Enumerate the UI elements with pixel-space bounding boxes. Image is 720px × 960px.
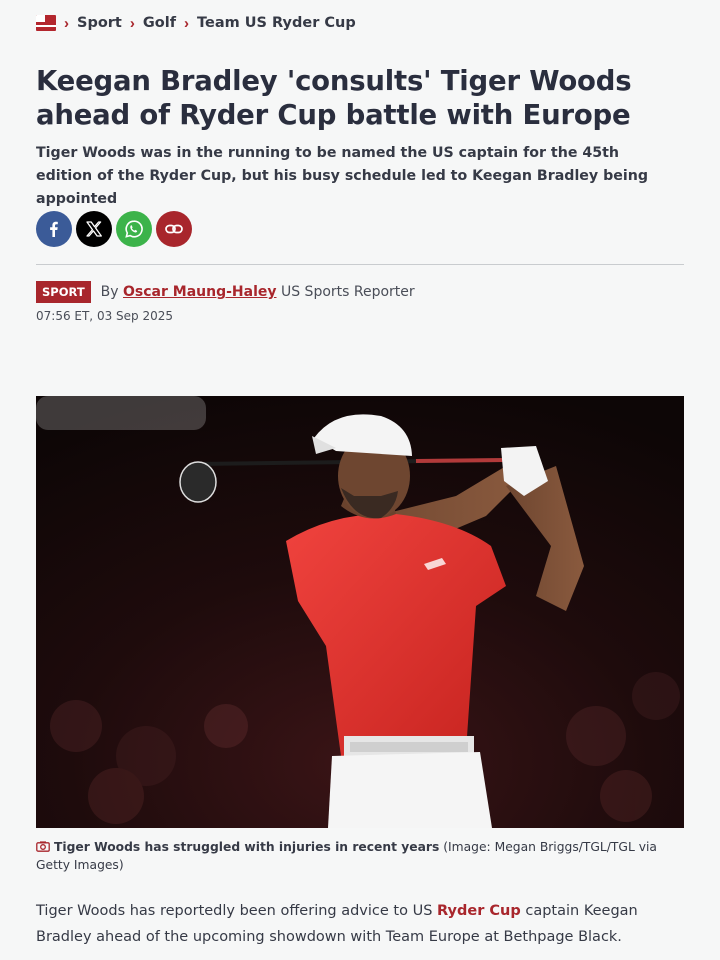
site-logo-icon[interactable]	[36, 13, 56, 33]
share-whatsapp-button[interactable]	[116, 211, 152, 247]
byline: By Oscar Maung-Haley US Sports Reporter	[101, 284, 415, 300]
breadcrumb-item-golf[interactable]: Golf	[143, 15, 176, 31]
golfer-photo-illustration	[36, 396, 684, 828]
link-icon	[165, 224, 183, 234]
ryder-cup-link[interactable]: Ryder Cup	[437, 903, 521, 919]
breadcrumb-item-team-us-ryder-cup[interactable]: Team US Ryder Cup	[197, 15, 356, 31]
author-role: US Sports Reporter	[280, 284, 415, 300]
article-body-paragraph: Tiger Woods has reportedly been offering…	[36, 898, 676, 950]
camera-icon	[36, 841, 50, 852]
article-headline: Keegan Bradley 'consults' Tiger Woods ah…	[36, 65, 632, 131]
x-icon	[86, 221, 102, 237]
section-divider	[36, 264, 684, 265]
chevron-right-icon: ›	[184, 14, 190, 32]
share-copy-link-button[interactable]	[156, 211, 192, 247]
image-caption: Tiger Woods has struggled with injuries …	[36, 838, 676, 874]
chevron-right-icon: ›	[64, 14, 69, 32]
whatsapp-icon	[125, 220, 143, 238]
section-tag-badge[interactable]: SPORT	[36, 281, 91, 303]
byline-prefix: By	[100, 284, 119, 300]
share-bar	[36, 211, 192, 247]
share-facebook-button[interactable]	[36, 211, 72, 247]
facebook-icon	[50, 221, 58, 237]
byline-row: SPORT By Oscar Maung-Haley US Sports Rep…	[36, 281, 415, 303]
publish-timestamp: 07:56 ET, 03 Sep 2025	[36, 309, 173, 323]
author-link[interactable]: Oscar Maung-Haley	[123, 284, 277, 300]
article-hero-image[interactable]	[36, 396, 684, 828]
breadcrumb-item-sport[interactable]: Sport	[77, 15, 122, 31]
article-standfirst: Tiger Woods was in the running to be nam…	[36, 145, 649, 207]
body-text-start: Tiger Woods has reportedly been offering…	[36, 903, 438, 919]
share-x-button[interactable]	[76, 211, 112, 247]
breadcrumb: › Sport › Golf › Team US Ryder Cup	[36, 12, 356, 34]
chevron-right-icon: ›	[129, 14, 135, 32]
caption-text: Tiger Woods has struggled with injuries …	[54, 840, 440, 854]
